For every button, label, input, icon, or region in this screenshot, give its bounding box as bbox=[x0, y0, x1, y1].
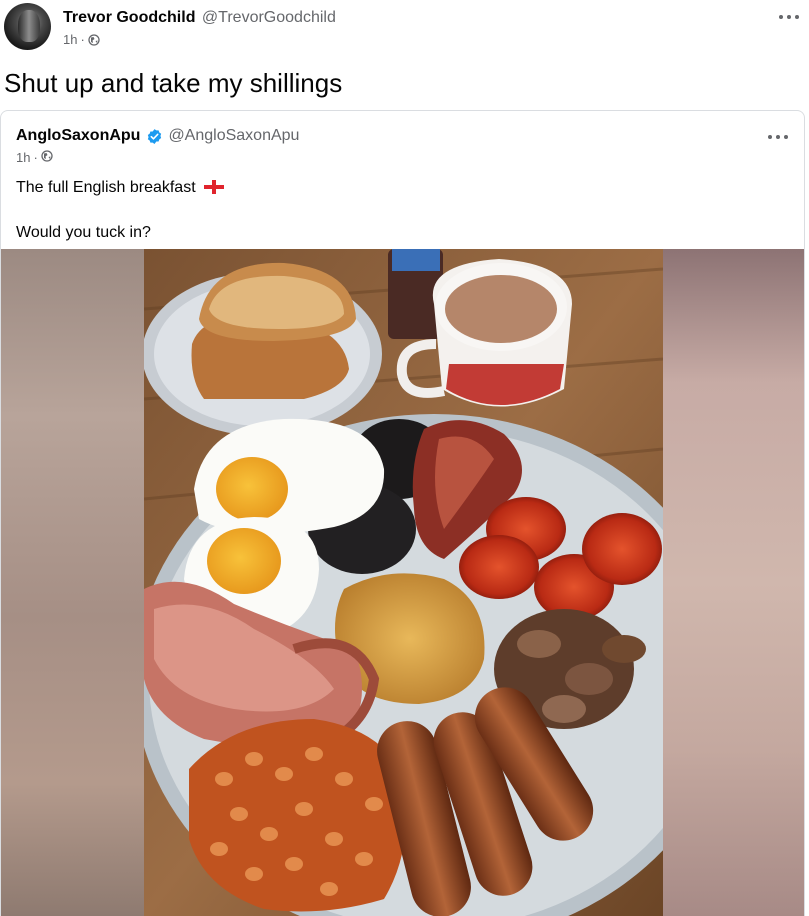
post-text: Shut up and take my shillings bbox=[4, 68, 343, 98]
meta-separator: · bbox=[80, 32, 85, 47]
quoted-header: AngloSaxonApu @AngloSaxonApu 1h · bbox=[16, 126, 299, 165]
quoted-meta: 1h · bbox=[16, 150, 299, 165]
quoted-time[interactable]: 1h bbox=[16, 150, 30, 165]
avatar[interactable] bbox=[4, 3, 51, 50]
quoted-text-line2: Would you tuck in? bbox=[16, 224, 151, 241]
quoted-author-name[interactable]: AngloSaxonApu bbox=[16, 126, 140, 146]
post-image[interactable] bbox=[1, 249, 804, 916]
post-meta: 1h · bbox=[63, 32, 336, 47]
verified-badge-icon bbox=[148, 128, 162, 144]
quoted-author-handle[interactable]: @AngloSaxonApu bbox=[168, 126, 299, 146]
image-blur-right bbox=[663, 249, 804, 916]
breakfast-photo bbox=[144, 249, 663, 916]
post-time[interactable]: 1h bbox=[63, 32, 77, 47]
globe-icon bbox=[41, 150, 53, 165]
author-handle[interactable]: @TrevorGoodchild bbox=[202, 9, 336, 26]
author-name[interactable]: Trevor Goodchild bbox=[63, 9, 195, 26]
more-icon[interactable] bbox=[777, 10, 801, 24]
quoted-text: The full English breakfast bbox=[16, 179, 196, 196]
quoted-more-icon[interactable] bbox=[766, 130, 790, 144]
meta-separator: · bbox=[33, 150, 38, 165]
quoted-author-line: AngloSaxonApu @AngloSaxonApu bbox=[16, 126, 299, 146]
globe-icon bbox=[88, 33, 100, 46]
quoted-post[interactable]: AngloSaxonApu @AngloSaxonApu 1h · The fu… bbox=[0, 110, 805, 916]
quoted-text-line1: The full English breakfast bbox=[16, 177, 225, 199]
england-flag-icon bbox=[204, 180, 225, 194]
author-line: Trevor Goodchild @TrevorGoodchild bbox=[63, 8, 336, 28]
image-blur-left bbox=[1, 249, 144, 916]
post-header: Trevor Goodchild @TrevorGoodchild 1h · bbox=[63, 8, 336, 47]
